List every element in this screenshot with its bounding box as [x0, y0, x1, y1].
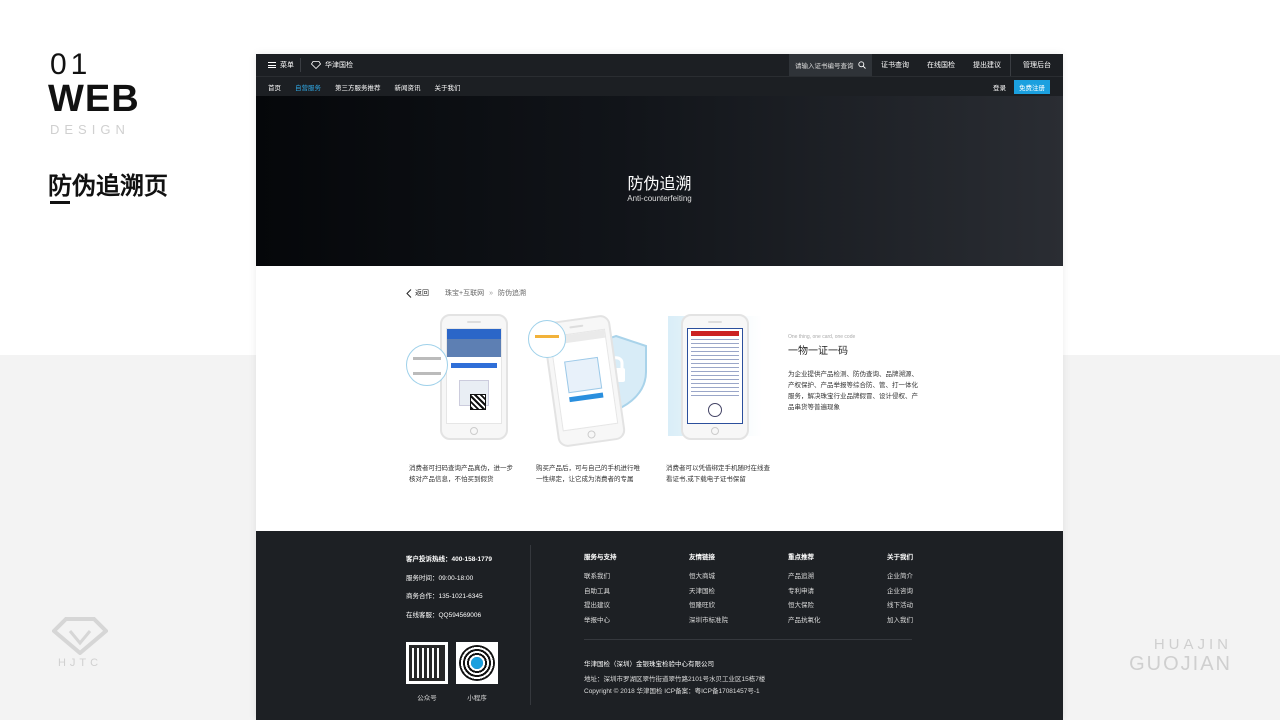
- breadcrumb: 返回 珠宝+互联网 » 防伪追溯: [406, 288, 526, 298]
- phone-certificate: [681, 314, 749, 440]
- back-link[interactable]: 返回: [406, 288, 429, 298]
- zoom-circle: [528, 320, 566, 358]
- feature-description: One thing, one card, one code 一物一证一码 为企业…: [788, 334, 918, 413]
- footer-link[interactable]: 产品追溯: [788, 570, 821, 585]
- footer-link[interactable]: 恒大保险: [788, 599, 821, 614]
- diamond-icon: [311, 61, 321, 69]
- footer-link[interactable]: 产品抗氧化: [788, 614, 821, 629]
- footer-col-title: 友情链接: [689, 554, 715, 561]
- qr-code-mini: [470, 394, 486, 410]
- divider: [584, 639, 912, 640]
- back-label: 返回: [415, 290, 429, 297]
- breadcrumb-level1[interactable]: 珠宝+互联网: [445, 288, 484, 298]
- contact-info: 客户投诉热线：400-158-1779 服务时间：09:00-18:00 商务合…: [406, 551, 492, 625]
- top-links: 证书查询 在线国检 提出建议: [872, 60, 1010, 70]
- qr-code-miniprogram: [456, 642, 498, 684]
- brand-right: HUAJIN GUOJIAN: [1129, 636, 1232, 676]
- brand-left-text: HJTC: [57, 657, 103, 669]
- logo-text: 华津国检: [325, 62, 353, 69]
- nav-about[interactable]: 关于我们: [435, 82, 461, 92]
- site-footer: 客户投诉热线：400-158-1779 服务时间：09:00-18:00 商务合…: [256, 531, 1063, 720]
- breadcrumb-separator: »: [489, 289, 493, 297]
- menu-button[interactable]: 菜单: [256, 60, 300, 70]
- feature-small-text: One thing, one card, one code: [788, 334, 856, 340]
- link-certificate-query[interactable]: 证书查询: [872, 60, 918, 70]
- section-number: 01: [50, 48, 92, 81]
- login-link[interactable]: 登录: [993, 82, 1006, 92]
- nav-home[interactable]: 首页: [268, 82, 281, 92]
- footer-link[interactable]: 企业咨询: [887, 585, 913, 600]
- hotline: 客户投诉热线：400-158-1779: [406, 556, 492, 563]
- link-suggestion[interactable]: 提出建议: [964, 60, 1010, 70]
- qr-label-miniprogram: 小程序: [467, 695, 487, 702]
- phone-scan-query: [440, 314, 508, 440]
- breadcrumb-level2: 防伪追溯: [498, 290, 526, 297]
- page-title: 防伪追溯页: [48, 173, 168, 200]
- footer-link[interactable]: 专利申请: [788, 585, 821, 600]
- title-underline: [50, 201, 70, 204]
- footer-link[interactable]: 举报中心: [584, 614, 617, 629]
- hero-banner: 防伪追溯 Anti-counterfeiting: [256, 96, 1063, 266]
- search-box[interactable]: 请输入证书编号查询: [789, 54, 872, 76]
- brand-right-line1: HUAJIN: [1153, 636, 1232, 653]
- zoom-circle: [406, 344, 448, 386]
- company-info: 华津国检（深圳）金银珠宝检验中心有限公司 地址：深圳市罗湖区翠竹街道翠竹路210…: [584, 659, 765, 698]
- footer-col-title: 重点推荐: [788, 554, 814, 561]
- step2-caption: 购买产品后，可与自己的手机进行唯一性绑定，让它成为消费者的专属: [536, 465, 640, 483]
- hero-title: 防伪追溯: [627, 176, 692, 193]
- qr-code-wechat: [406, 642, 448, 684]
- footer-link[interactable]: 提出建议: [584, 599, 617, 614]
- footer-link[interactable]: 加入我们: [887, 614, 913, 629]
- hero-subtitle: Anti-counterfeiting: [627, 194, 692, 203]
- service-hours: 服务时间：09:00-18:00: [406, 574, 474, 582]
- divider: [530, 545, 531, 705]
- main-nav: 首页 自营服务 第三方服务推荐 新闻资讯 关于我们 登录 免费注册: [256, 76, 1063, 96]
- online-service: 在线客服：QQ594569006: [406, 611, 482, 619]
- nav-third-party[interactable]: 第三方服务推荐: [335, 82, 381, 92]
- footer-link[interactable]: 线下活动: [887, 599, 913, 614]
- footer-link[interactable]: 自助工具: [584, 585, 617, 600]
- top-bar: 菜单 华津国检 请输入证书编号查询 证书查询 在线国检 提出建议 管理后台: [256, 54, 1063, 76]
- footer-col-title: 关于我们: [887, 554, 913, 561]
- company-address: 地址：深圳市罗湖区翠竹街道翠竹路2101号水贝工业区15栋7楼: [584, 676, 766, 683]
- design-label: DESIGN: [50, 122, 130, 137]
- company-name: 华津国检（深圳）金银珠宝检验中心有限公司: [584, 661, 714, 668]
- search-icon: [858, 61, 866, 69]
- certificate-screen: [687, 328, 743, 424]
- nav-news[interactable]: 新闻资讯: [395, 82, 421, 92]
- website-mockup: 菜单 华津国检 请输入证书编号查询 证书查询 在线国检 提出建议 管理后台 首页…: [256, 54, 1063, 720]
- admin-link[interactable]: 管理后台: [1010, 54, 1063, 76]
- chevron-left-icon: [406, 288, 412, 298]
- footer-link[interactable]: 恒隆旺欣: [689, 599, 728, 614]
- footer-link[interactable]: 恒大商城: [689, 570, 728, 585]
- step1-caption: 消费者可扫码查询产品真伪，进一步核对产品信息，不怕买到假货: [409, 465, 513, 483]
- copyright: Copyright © 2018 华津国检 ICP备案：粤ICP备1708145…: [584, 688, 760, 695]
- footer-col-support: 服务与支持 联系我们 自助工具 提出建议 举报中心: [584, 551, 617, 628]
- diamond-logo-icon: [52, 617, 108, 655]
- site-logo[interactable]: 华津国检: [301, 60, 353, 70]
- business-contact: 商务合作：135-1021-6345: [406, 593, 483, 600]
- footer-col-links: 友情链接 恒大商城 天津国检 恒隆旺欣 深圳市标准院: [689, 551, 728, 628]
- brand-logo-left: HJTC: [50, 615, 110, 675]
- footer-link[interactable]: 深圳市标准院: [689, 614, 728, 629]
- nav-self-service[interactable]: 自营服务: [295, 82, 321, 92]
- hamburger-icon: [268, 62, 276, 68]
- feature-paragraph: 为企业提供产品检测、防伪查询、品牌溯源、产权保护、产品举报等综合防、管、打一体化…: [788, 371, 918, 411]
- link-online-inspection[interactable]: 在线国检: [918, 60, 964, 70]
- footer-col-recommend: 重点推荐 产品追溯 专利申请 恒大保险 产品抗氧化: [788, 551, 821, 628]
- search-input[interactable]: 请输入证书编号查询: [795, 60, 854, 70]
- qr-label-wechat: 公众号: [417, 695, 437, 702]
- feature-heading: 一物一证一码: [788, 346, 848, 357]
- menu-label: 菜单: [280, 62, 294, 69]
- register-button[interactable]: 免费注册: [1014, 79, 1050, 94]
- footer-link[interactable]: 天津国检: [689, 585, 728, 600]
- footer-col-title: 服务与支持: [584, 554, 617, 561]
- footer-col-about: 关于我们 企业简介 企业咨询 线下活动 加入我们: [887, 551, 913, 628]
- brand-right-line2: GUOJIAN: [1129, 653, 1232, 675]
- step3-caption: 消费者可以凭借绑定手机随时在线查看证书,或下载电子证书保留: [666, 465, 770, 483]
- footer-link[interactable]: 企业简介: [887, 570, 913, 585]
- web-label: WEB: [48, 78, 140, 120]
- footer-link[interactable]: 联系我们: [584, 570, 617, 585]
